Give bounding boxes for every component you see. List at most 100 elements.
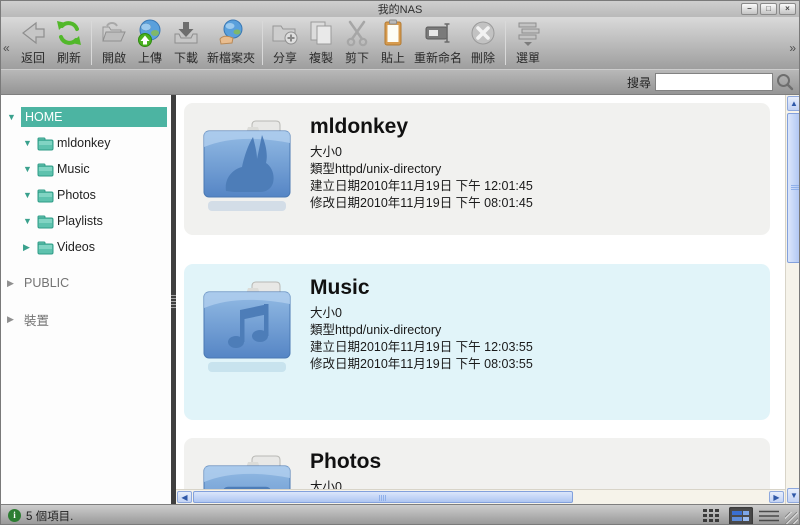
back-button[interactable]: 返回 bbox=[15, 17, 51, 67]
copy-icon bbox=[306, 18, 336, 48]
file-name: Music bbox=[310, 276, 533, 300]
menu-button[interactable]: 選單 bbox=[510, 17, 546, 67]
sidebar-item-label: Videos bbox=[57, 240, 95, 254]
tree-gap bbox=[1, 296, 171, 306]
upload-label: 上傳 bbox=[138, 49, 162, 66]
refresh-button[interactable]: 刷新 bbox=[51, 17, 87, 67]
folder-icon bbox=[37, 136, 54, 151]
file-created: 建立日期2010年11月19日 下午 12:03:55 bbox=[310, 339, 533, 356]
download-label: 下載 bbox=[174, 49, 198, 66]
scroll-down-icon[interactable]: ▼ bbox=[787, 488, 800, 503]
file-row-mldonkey[interactable]: mldonkey 大小0 類型httpd/unix-directory 建立日期… bbox=[184, 103, 770, 235]
nav-group: 返回 刷新 bbox=[15, 17, 87, 67]
share-icon bbox=[270, 18, 300, 48]
new-folder-icon bbox=[216, 18, 246, 48]
resize-grip[interactable] bbox=[785, 512, 798, 525]
search-bar: 搜尋 bbox=[1, 69, 799, 95]
file-row-photos[interactable]: Photos 大小0 類型httpd/unix-directory bbox=[184, 438, 770, 489]
toolbar-separator bbox=[505, 21, 506, 65]
toolbar-collapse-right-icon[interactable]: » bbox=[789, 41, 796, 55]
expand-icon[interactable]: ▼ bbox=[23, 138, 37, 148]
detail-view-icon bbox=[732, 510, 750, 522]
new-folder-button[interactable]: 新檔案夾 bbox=[204, 17, 258, 67]
copy-button[interactable]: 複製 bbox=[303, 17, 339, 67]
cut-icon bbox=[342, 18, 372, 48]
open-label: 開啟 bbox=[102, 49, 126, 66]
sidebar-item-label: PUBLIC bbox=[24, 276, 69, 290]
expand-icon[interactable]: ▼ bbox=[23, 164, 37, 174]
minimize-button[interactable]: – bbox=[741, 3, 758, 15]
sidebar-item-devices[interactable]: ▶ 裝置 bbox=[1, 306, 171, 332]
rename-icon bbox=[423, 18, 453, 48]
file-row-music[interactable]: Music 大小0 類型httpd/unix-directory 建立日期201… bbox=[184, 264, 770, 420]
sidebar-item-label: HOME bbox=[21, 107, 167, 127]
collapse-icon[interactable]: ▶ bbox=[7, 314, 21, 325]
window-controls: – □ × bbox=[741, 3, 796, 15]
download-button[interactable]: 下載 bbox=[168, 17, 204, 67]
window-title: 我的NAS bbox=[378, 1, 423, 17]
file-size: 大小0 bbox=[310, 305, 533, 322]
toolbar-separator bbox=[91, 21, 92, 65]
toolbar: « 返回 刷新 bbox=[1, 17, 799, 69]
vertical-scrollbar[interactable]: ▲ ▼ bbox=[785, 95, 800, 504]
menu-icon bbox=[513, 18, 543, 48]
search-button[interactable] bbox=[775, 72, 795, 92]
upload-globe-icon bbox=[135, 18, 165, 48]
sidebar-item-playlists[interactable]: ▼ Playlists bbox=[1, 208, 171, 234]
sidebar-item-label: Music bbox=[57, 162, 90, 176]
rename-button[interactable]: 重新命名 bbox=[411, 17, 465, 67]
paste-button[interactable]: 貼上 bbox=[375, 17, 411, 67]
sidebar-item-mldonkey[interactable]: ▼ mldonkey bbox=[1, 130, 171, 156]
paste-label: 貼上 bbox=[381, 49, 405, 66]
sidebar-item-label: mldonkey bbox=[57, 136, 111, 150]
sidebar-item-music[interactable]: ▼ Music bbox=[1, 156, 171, 182]
content-area: ▼ HOME ▼ mldonkey ▼ Music bbox=[1, 95, 799, 504]
sidebar-item-videos[interactable]: ▶ Videos bbox=[1, 234, 171, 260]
open-button[interactable]: 開啟 bbox=[96, 17, 132, 67]
folder-icon bbox=[37, 162, 54, 177]
refresh-icon bbox=[54, 18, 84, 48]
file-created: 建立日期2010年11月19日 下午 12:01:45 bbox=[310, 178, 533, 195]
file-list-pane: mldonkey 大小0 類型httpd/unix-directory 建立日期… bbox=[176, 95, 800, 504]
file-name: Photos bbox=[310, 450, 441, 474]
tree-gap bbox=[1, 260, 171, 270]
scroll-up-icon[interactable]: ▲ bbox=[787, 96, 800, 111]
share-button[interactable]: 分享 bbox=[267, 17, 303, 67]
search-input[interactable] bbox=[655, 73, 773, 91]
vertical-scroll-thumb[interactable] bbox=[787, 113, 800, 263]
back-icon bbox=[18, 18, 48, 48]
file-size: 大小0 bbox=[310, 144, 533, 161]
sidebar-item-public[interactable]: ▶ PUBLIC bbox=[1, 270, 171, 296]
horizontal-scroll-thumb[interactable] bbox=[193, 491, 573, 503]
maximize-button[interactable]: □ bbox=[760, 3, 777, 15]
file-size: 大小0 bbox=[310, 479, 441, 489]
menu-group: 選單 bbox=[510, 17, 546, 67]
scroll-left-icon[interactable]: ◀ bbox=[177, 491, 192, 503]
sidebar-item-label: Photos bbox=[57, 188, 96, 202]
close-button[interactable]: × bbox=[779, 3, 796, 15]
menu-label: 選單 bbox=[516, 49, 540, 66]
list-view-icon bbox=[759, 510, 779, 522]
list-view-button[interactable] bbox=[757, 507, 781, 525]
scroll-right-icon[interactable]: ▶ bbox=[769, 491, 784, 503]
collapse-icon[interactable]: ▶ bbox=[7, 278, 21, 289]
delete-label: 刪除 bbox=[471, 49, 495, 66]
donkey-folder-icon bbox=[198, 113, 296, 217]
horizontal-scrollbar[interactable]: ◀ ▶ bbox=[176, 489, 785, 504]
upload-button[interactable]: 上傳 bbox=[132, 17, 168, 67]
icon-view-button[interactable] bbox=[701, 507, 725, 525]
search-icon bbox=[775, 72, 795, 92]
expand-icon[interactable]: ▼ bbox=[23, 216, 37, 226]
delete-button[interactable]: 刪除 bbox=[465, 17, 501, 67]
detail-view-button[interactable] bbox=[729, 507, 753, 525]
sidebar-item-home[interactable]: ▼ HOME bbox=[1, 104, 171, 130]
expand-icon[interactable]: ▼ bbox=[7, 112, 21, 122]
expand-icon[interactable]: ▼ bbox=[23, 190, 37, 200]
toolbar-separator bbox=[262, 21, 263, 65]
collapse-icon[interactable]: ▶ bbox=[23, 242, 37, 253]
sidebar-item-photos[interactable]: ▼ Photos bbox=[1, 182, 171, 208]
cut-button[interactable]: 剪下 bbox=[339, 17, 375, 67]
folder-icon bbox=[37, 188, 54, 203]
copy-label: 複製 bbox=[309, 49, 333, 66]
toolbar-collapse-left-icon[interactable]: « bbox=[3, 41, 10, 55]
